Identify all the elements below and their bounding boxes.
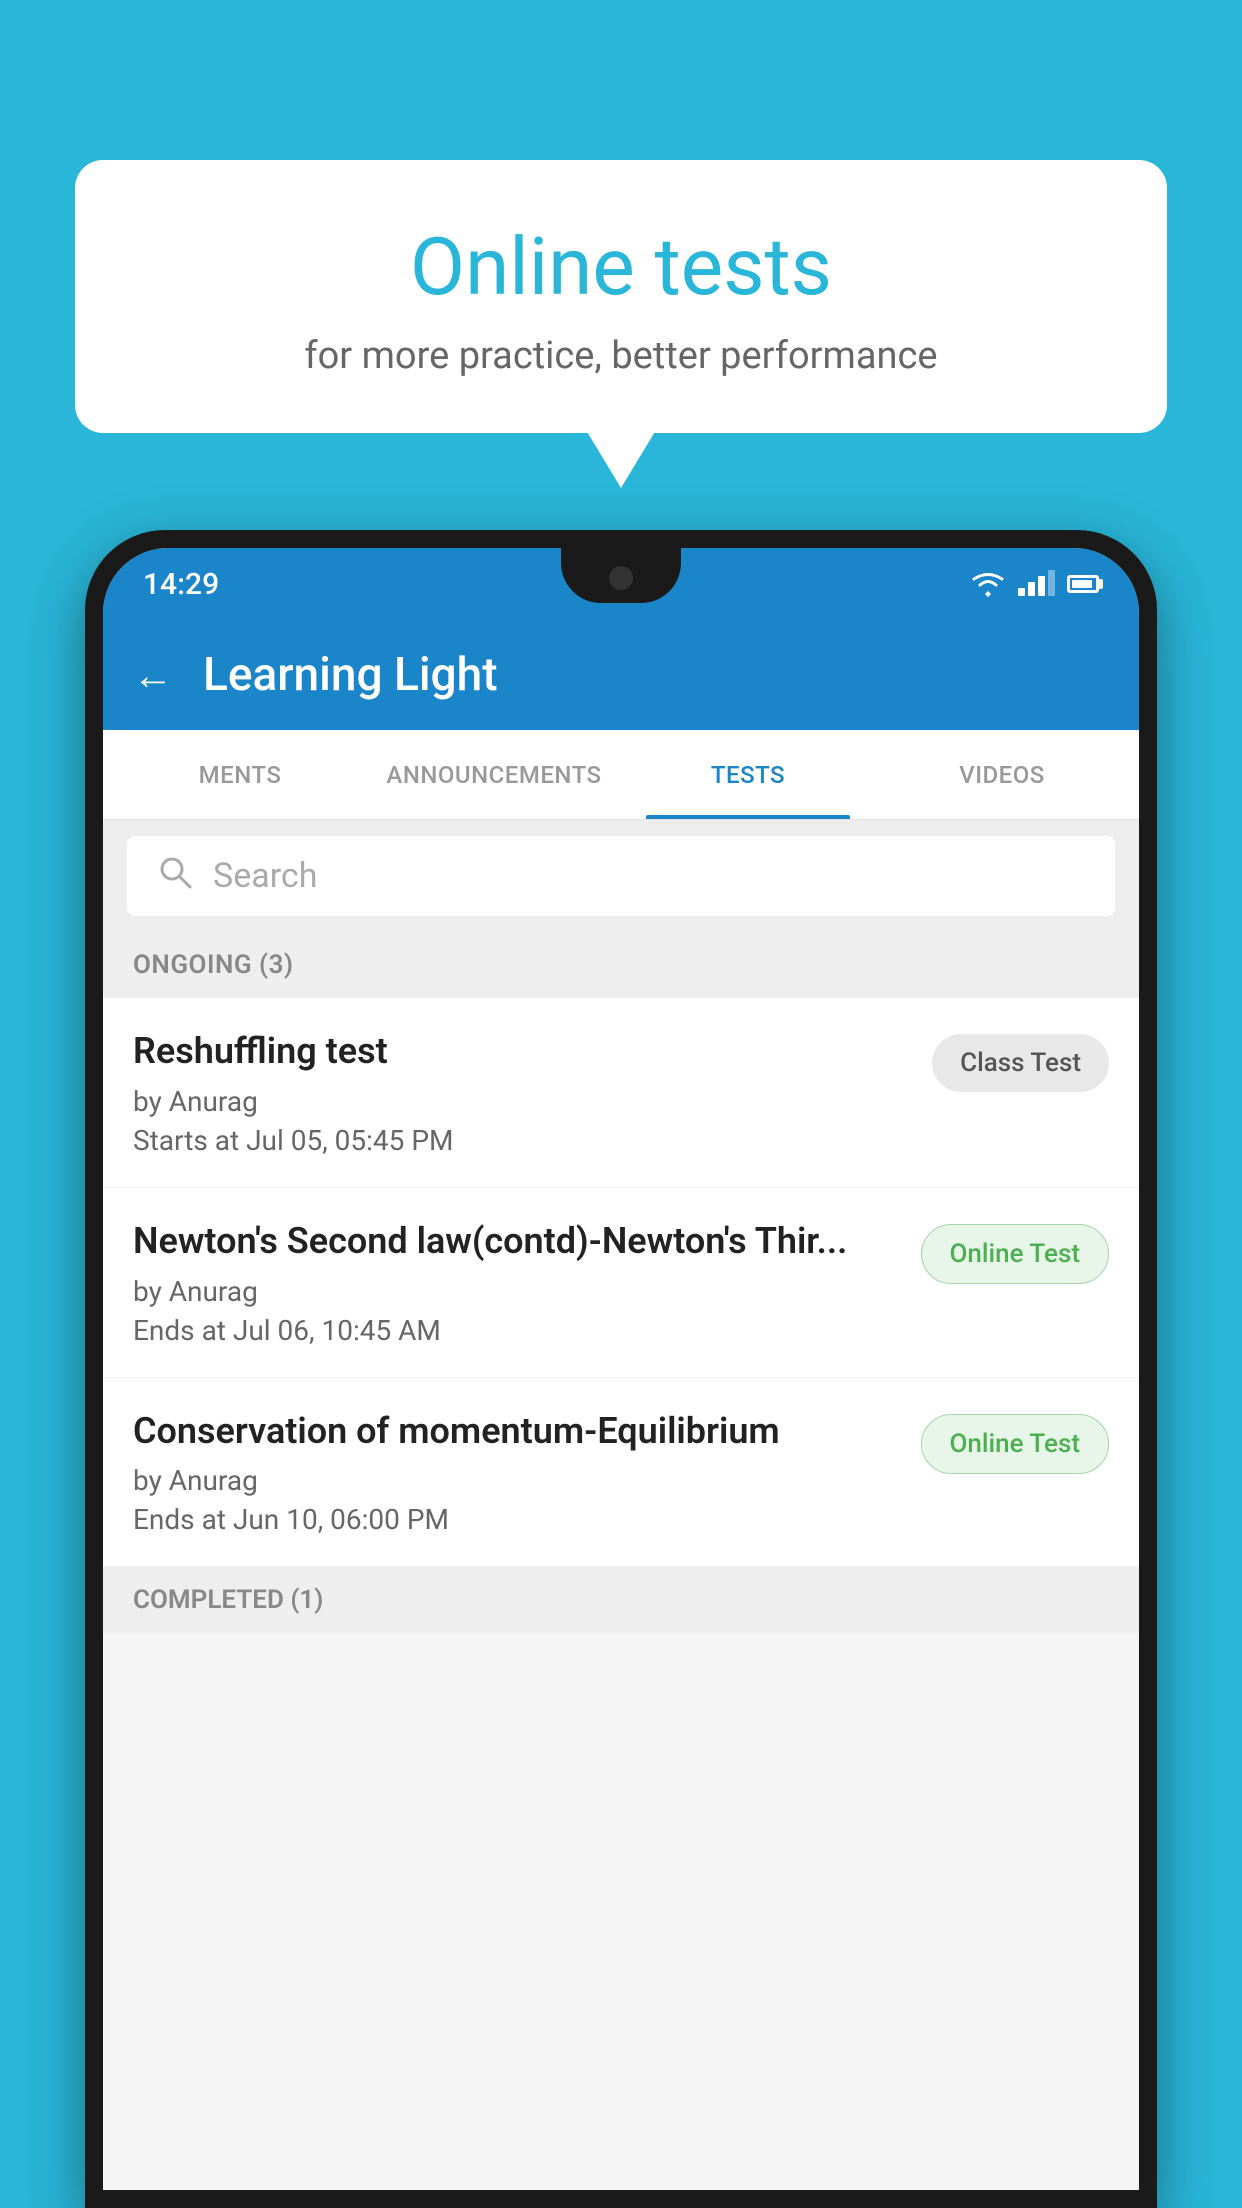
search-box[interactable]: Search <box>127 836 1115 916</box>
test-author: by Anurag <box>133 1275 901 1308</box>
search-container: Search <box>103 820 1139 932</box>
notch <box>561 548 681 603</box>
test-badge-class: Class Test <box>932 1034 1109 1092</box>
test-item[interactable]: Newton's Second law(contd)-Newton's Thir… <box>103 1188 1139 1378</box>
status-icons <box>970 571 1099 597</box>
test-time: Ends at Jun 10, 06:00 PM <box>133 1503 901 1536</box>
test-info: Newton's Second law(contd)-Newton's Thir… <box>133 1218 901 1347</box>
test-list: Reshuffling test by Anurag Starts at Jul… <box>103 998 1139 1567</box>
tab-announcements[interactable]: ANNOUNCEMENTS <box>367 730 621 819</box>
test-info: Reshuffling test by Anurag Starts at Jul… <box>133 1028 912 1157</box>
wifi-icon <box>970 571 1006 597</box>
signal-icon <box>1018 572 1055 596</box>
test-item[interactable]: Conservation of momentum-Equilibrium by … <box>103 1378 1139 1568</box>
tab-assignments[interactable]: MENTS <box>113 730 367 819</box>
test-author: by Anurag <box>133 1464 901 1497</box>
app-bar-title: Learning Light <box>203 648 498 702</box>
bubble-title: Online tests <box>125 220 1117 314</box>
phone-frame: 14:29 <box>85 530 1157 2208</box>
back-button[interactable]: ← <box>133 652 173 699</box>
tab-tests[interactable]: TESTS <box>621 730 875 819</box>
search-input-placeholder: Search <box>213 856 317 896</box>
phone-inner: 14:29 <box>103 548 1139 2190</box>
completed-section-header: COMPLETED (1) <box>103 1567 1139 1633</box>
test-time: Ends at Jul 06, 10:45 AM <box>133 1314 901 1347</box>
test-item[interactable]: Reshuffling test by Anurag Starts at Jul… <box>103 998 1139 1188</box>
ongoing-section-header: ONGOING (3) <box>103 932 1139 998</box>
test-time: Starts at Jul 05, 05:45 PM <box>133 1124 912 1157</box>
search-icon <box>157 854 193 899</box>
bubble-subtitle: for more practice, better performance <box>125 334 1117 378</box>
tab-videos[interactable]: VIDEOS <box>875 730 1129 819</box>
test-name: Conservation of momentum-Equilibrium <box>133 1408 901 1455</box>
speech-bubble: Online tests for more practice, better p… <box>75 160 1167 433</box>
test-name: Newton's Second law(contd)-Newton's Thir… <box>133 1218 901 1265</box>
test-author: by Anurag <box>133 1085 912 1118</box>
test-badge-online: Online Test <box>921 1224 1110 1284</box>
test-badge-online: Online Test <box>921 1414 1110 1474</box>
test-info: Conservation of momentum-Equilibrium by … <box>133 1408 901 1537</box>
app-bar: ← Learning Light <box>103 620 1139 730</box>
battery-icon <box>1067 575 1099 593</box>
test-name: Reshuffling test <box>133 1028 912 1075</box>
tab-bar: MENTS ANNOUNCEMENTS TESTS VIDEOS <box>103 730 1139 820</box>
status-bar: 14:29 <box>103 548 1139 620</box>
status-time: 14:29 <box>143 567 219 602</box>
camera-icon <box>609 566 633 590</box>
